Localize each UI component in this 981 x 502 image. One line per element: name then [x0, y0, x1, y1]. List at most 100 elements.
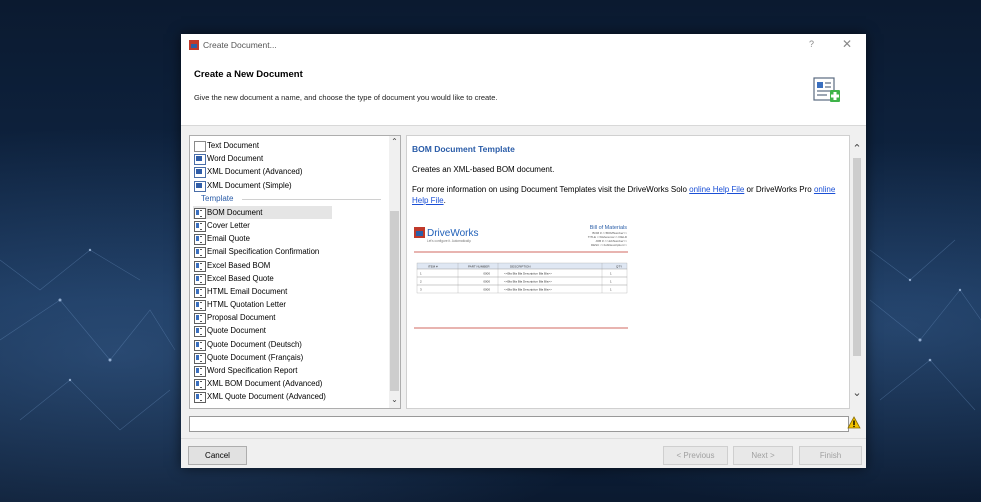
template-doc-icon: [194, 313, 206, 325]
bom-template-thumbnail: DriveWorks Let's configure it. Automatic…: [414, 225, 628, 329]
list-item-label: XML Document (Simple): [207, 180, 292, 190]
template-doc-icon: [194, 220, 206, 232]
scroll-down-icon[interactable]: ⌄: [390, 395, 399, 404]
template-item-label: Excel Based Quote: [207, 273, 274, 283]
preview-scrollbar[interactable]: ⌃ ⌄: [851, 136, 863, 408]
solo-help-link[interactable]: online Help File: [689, 185, 744, 194]
close-button[interactable]: ✕: [842, 37, 852, 51]
template-list-item[interactable]: Excel Based Quote: [193, 272, 385, 285]
template-list-item[interactable]: XML BOM Document (Advanced): [193, 377, 385, 391]
template-list-item[interactable]: Proposal Document: [193, 311, 385, 325]
new-document-add-icon: [813, 77, 840, 102]
next-button[interactable]: Next >: [733, 446, 793, 465]
template-item-label: Excel Based BOM: [207, 260, 271, 270]
template-list-item[interactable]: Email Specification Confirmation: [193, 245, 385, 259]
thumb-table-cell: 2: [420, 280, 422, 284]
word-doc-icon: [194, 154, 206, 166]
thumb-table-cell: <<Bla Bla Bla Description Bla Bla>>: [504, 280, 552, 284]
thumb-table-cell: <<Bla Bla Bla Description Bla Bla>>: [504, 288, 552, 292]
template-list-item[interactable]: BOM Document: [193, 205, 332, 219]
template-item-label: HTML Email Document: [207, 286, 288, 296]
thumb-table-cell: 0000: [483, 272, 490, 276]
list-scroll-thumb[interactable]: [390, 211, 399, 391]
template-list-item[interactable]: Word Specification Report: [193, 364, 385, 377]
thumb-table-cell: 0000: [483, 280, 490, 284]
thumb-table-cell: <<Bla Bla Bla Description Bla Bla>>: [504, 272, 552, 276]
list-item-label: Text Document: [207, 141, 260, 150]
finish-button[interactable]: Finish: [799, 446, 862, 465]
list-scrollbar[interactable]: ⌃ ⌄: [389, 136, 400, 408]
template-doc-icon: [194, 207, 206, 219]
template-list-item[interactable]: Email Quote: [193, 232, 385, 246]
list-item-label: XML Document (Advanced): [207, 167, 303, 177]
thumb-table-cell: 1: [610, 288, 612, 292]
template-doc-icon: [194, 392, 206, 404]
template-item-label: Email Specification Confirmation: [207, 247, 320, 257]
help-text-suffix: .: [443, 196, 446, 205]
thumb-column-header: ITEM #: [428, 265, 438, 269]
template-group-label: Template: [201, 193, 234, 203]
thumb-meta-line: DESC <<JobDescription>>: [591, 243, 627, 247]
help-text-middle: or DriveWorks Pro: [744, 185, 814, 194]
thumb-column-header: QTY: [616, 265, 622, 269]
list-item[interactable]: Word Document: [193, 152, 385, 166]
thumb-table-cell: 1: [610, 280, 612, 284]
template-item-label: XML BOM Document (Advanced): [207, 379, 323, 389]
template-preview-panel: BOM Document Template Creates an XML-bas…: [406, 135, 863, 409]
template-group-header: Template: [193, 192, 385, 206]
template-list-item[interactable]: HTML Email Document: [193, 285, 385, 298]
template-doc-icon: [194, 234, 206, 246]
template-list-item[interactable]: HTML Quotation Letter: [193, 298, 385, 312]
preview-title: BOM Document Template: [412, 144, 515, 154]
preview-scroll-down-icon[interactable]: ⌄: [852, 386, 862, 399]
template-item-label: Proposal Document: [207, 313, 276, 323]
template-item-label: Cover Letter: [207, 220, 250, 230]
template-list-item[interactable]: Excel Based BOM: [193, 259, 385, 272]
template-item-label: BOM Document: [207, 207, 263, 217]
template-list-item[interactable]: Quote Document (Français): [193, 351, 385, 364]
xml-doc-icon: [194, 180, 206, 192]
list-item[interactable]: Text Document: [193, 139, 385, 152]
document-app-icon: [189, 40, 199, 50]
previous-button[interactable]: < Previous: [663, 446, 728, 465]
template-list-item[interactable]: XML Quote Document (Advanced): [193, 390, 385, 404]
thumb-table-cell: 3: [420, 288, 422, 292]
document-type-items: Text Document Word Document XML Document (…: [193, 139, 385, 404]
thumb-tagline: Let's configure it. Automatically.: [427, 239, 471, 243]
preview-scroll-thumb[interactable]: [853, 158, 861, 356]
help-button[interactable]: ?: [809, 39, 814, 49]
preview-scroll-up-icon[interactable]: ⌃: [852, 142, 862, 155]
template-item-label: XML Quote Document (Advanced): [207, 392, 326, 402]
template-list-item[interactable]: Quote Document (Deutsch): [193, 338, 385, 351]
header-title: Create a New Document: [194, 69, 303, 80]
template-list-item[interactable]: Quote Document: [193, 324, 385, 338]
list-item-label: Word Document: [207, 154, 264, 164]
help-text-prefix: For more information on using Document T…: [412, 185, 690, 194]
document-name-field[interactable]: [189, 416, 849, 432]
list-item[interactable]: XML Document (Simple): [193, 179, 385, 192]
template-doc-icon: [194, 300, 206, 312]
preview-description: Creates an XML-based BOM document.: [412, 165, 555, 174]
thumb-brand: DriveWorks: [427, 228, 478, 239]
cancel-button[interactable]: Cancel: [188, 446, 247, 465]
template-doc-icon: [194, 260, 206, 272]
preview-help-text: For more information on using Document T…: [412, 184, 842, 206]
template-list-item[interactable]: Cover Letter: [193, 219, 385, 232]
title-bar: Create Document... ? ✕: [181, 34, 866, 56]
template-doc-icon: [194, 379, 206, 391]
thumb-table-cell: 0000: [483, 288, 490, 292]
template-item-label: Quote Document: [207, 326, 266, 336]
thumb-column-header: PART NUMBER: [468, 265, 490, 269]
template-item-label: Quote Document (Français): [207, 352, 304, 362]
template-doc-icon: [194, 326, 206, 338]
xml-doc-icon: [194, 167, 206, 179]
list-item[interactable]: XML Document (Advanced): [193, 165, 385, 179]
wizard-footer: Cancel < Previous Next > Finish: [181, 438, 866, 469]
template-doc-icon: [194, 352, 206, 364]
template-doc-icon: [194, 366, 206, 377]
template-item-label: Email Quote: [207, 234, 250, 244]
wizard-header: Create a New Document Give the new docum…: [181, 56, 866, 126]
template-doc-icon: [194, 286, 206, 298]
document-type-list[interactable]: Text Document Word Document XML Document (…: [189, 135, 401, 409]
scroll-up-icon[interactable]: ⌃: [390, 137, 399, 146]
